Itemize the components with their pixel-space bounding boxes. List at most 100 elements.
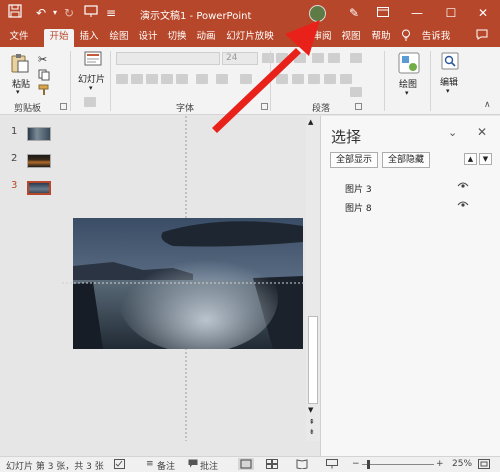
minimize-button[interactable]: — xyxy=(400,0,434,27)
edit-dropdown-icon[interactable]: ▾ xyxy=(446,87,450,95)
send-backward-icon[interactable]: ▼ xyxy=(479,153,492,165)
slideshow-icon[interactable] xyxy=(326,459,338,472)
paste-dropdown-icon[interactable]: ▾ xyxy=(16,88,20,96)
cut-icon[interactable]: ✂ xyxy=(38,53,47,66)
notes-icon[interactable]: ≡ xyxy=(146,459,154,469)
hide-all-button[interactable]: 全部隐藏 xyxy=(382,152,430,168)
slide-sorter-icon[interactable] xyxy=(266,459,278,472)
font-color-icon[interactable] xyxy=(240,74,252,84)
smartart-icon[interactable] xyxy=(350,87,362,97)
avatar[interactable] xyxy=(309,5,326,22)
customize-toolbar-icon[interactable]: ≡ xyxy=(102,4,120,22)
bullets-icon[interactable] xyxy=(276,53,288,63)
redo-icon[interactable]: ↻ xyxy=(60,4,78,22)
slide-thumbnail-1[interactable] xyxy=(27,127,51,141)
tab-transitions[interactable]: 切换 xyxy=(164,29,190,47)
shadow-icon[interactable] xyxy=(161,74,173,84)
ribbon-tabs: 文件 开始 插入 绘图 设计 切换 动画 幻灯片放映 审阅 视图 帮助 告诉我 xyxy=(0,27,500,47)
list-item[interactable]: 图片 3 xyxy=(341,180,481,196)
fit-to-window-icon[interactable] xyxy=(478,459,490,472)
format-painter-icon[interactable] xyxy=(38,84,50,99)
increase-indent-icon[interactable] xyxy=(328,53,340,63)
comments-button[interactable]: 批注 xyxy=(200,459,218,472)
notes-button[interactable]: 备注 xyxy=(157,459,175,472)
next-slide-icon[interactable]: ⇟ xyxy=(309,428,315,436)
show-all-button[interactable]: 全部显示 xyxy=(330,152,378,168)
reading-view-icon[interactable] xyxy=(296,459,308,472)
paragraph-launcher-icon[interactable] xyxy=(355,103,362,110)
comments-icon[interactable] xyxy=(474,29,490,47)
zoom-slider-thumb[interactable] xyxy=(367,460,370,469)
numbering-icon[interactable] xyxy=(294,53,306,63)
maximize-button[interactable]: ☐ xyxy=(434,0,468,27)
zoom-slider[interactable] xyxy=(362,464,434,465)
grow-font-icon[interactable] xyxy=(262,53,274,63)
strikethrough-icon[interactable] xyxy=(176,74,188,84)
list-item[interactable]: 图片 8 xyxy=(341,199,481,215)
new-slide-dropdown-icon[interactable]: ▾ xyxy=(89,84,93,92)
pen-icon[interactable]: ✎ xyxy=(345,4,363,22)
spell-check-icon[interactable] xyxy=(114,459,125,472)
horizontal-guide xyxy=(62,282,306,284)
clipboard-launcher-icon[interactable] xyxy=(60,103,67,110)
tab-file[interactable]: 文件 xyxy=(6,29,32,47)
italic-icon[interactable] xyxy=(131,74,143,84)
char-spacing-icon[interactable] xyxy=(196,74,208,84)
find-icon[interactable] xyxy=(441,52,459,73)
zoom-level[interactable]: 25% xyxy=(452,459,472,469)
tab-review[interactable]: 审阅 xyxy=(309,29,335,47)
tab-design[interactable]: 设计 xyxy=(135,29,161,47)
paste-icon[interactable] xyxy=(10,52,30,77)
change-case-icon[interactable] xyxy=(216,74,228,84)
decrease-indent-icon[interactable] xyxy=(312,53,324,63)
align-left-icon[interactable] xyxy=(276,74,288,84)
pane-options-icon[interactable]: ⌄ xyxy=(448,126,457,139)
tab-help[interactable]: 帮助 xyxy=(368,29,394,47)
slide-thumbnail-2[interactable] xyxy=(27,154,51,168)
eye-icon[interactable] xyxy=(457,180,469,193)
scroll-thumb[interactable] xyxy=(308,316,318,404)
scroll-down-icon[interactable]: ▼ xyxy=(308,406,313,414)
tab-draw[interactable]: 绘图 xyxy=(106,29,132,47)
align-right-icon[interactable] xyxy=(308,74,320,84)
draw-dropdown-icon[interactable]: ▾ xyxy=(405,89,409,97)
paste-label[interactable]: 粘贴 xyxy=(12,77,30,90)
shapes-icon[interactable] xyxy=(398,52,420,77)
collapse-ribbon-icon[interactable]: ∧ xyxy=(484,100,491,110)
font-launcher-icon[interactable] xyxy=(261,103,268,110)
bold-icon[interactable] xyxy=(116,74,128,84)
save-icon[interactable] xyxy=(6,4,24,22)
present-icon[interactable] xyxy=(82,4,100,22)
font-name-box[interactable] xyxy=(116,52,220,65)
normal-view-icon[interactable] xyxy=(238,458,254,470)
tab-slideshow[interactable]: 幻灯片放映 xyxy=(224,29,276,47)
lightbulb-icon[interactable] xyxy=(400,29,412,47)
eye-icon[interactable] xyxy=(457,199,469,212)
new-slide-icon[interactable] xyxy=(84,51,102,70)
zoom-in-icon[interactable]: + xyxy=(436,459,444,469)
columns-icon[interactable] xyxy=(340,74,352,84)
tell-me-box[interactable]: 告诉我 xyxy=(418,29,454,47)
justify-icon[interactable] xyxy=(324,74,336,84)
copy-icon[interactable] xyxy=(38,69,50,84)
tab-view[interactable]: 视图 xyxy=(338,29,364,47)
close-button[interactable]: ✕ xyxy=(466,0,500,27)
pane-close-icon[interactable]: ✕ xyxy=(477,125,487,139)
scroll-up-icon[interactable]: ▲ xyxy=(308,118,313,126)
zoom-out-icon[interactable]: − xyxy=(352,459,360,469)
tab-insert[interactable]: 插入 xyxy=(76,29,102,47)
align-center-icon[interactable] xyxy=(292,74,304,84)
slide-thumbnail-3[interactable] xyxy=(27,181,51,195)
layout-icon[interactable] xyxy=(84,97,96,107)
font-size-box[interactable]: 24 xyxy=(222,52,258,65)
bring-forward-icon[interactable]: ▲ xyxy=(464,153,477,165)
previous-slide-icon[interactable]: ⇞ xyxy=(309,418,315,426)
slide-editor[interactable] xyxy=(62,116,306,441)
vertical-scrollbar[interactable]: ▲ ▼ ⇞ ⇟ xyxy=(306,116,320,441)
tab-home[interactable]: 开始 xyxy=(44,29,74,47)
ribbon-display-icon[interactable] xyxy=(366,0,400,27)
tab-animations[interactable]: 动画 xyxy=(193,29,219,47)
underline-icon[interactable] xyxy=(146,74,158,84)
text-direction-icon[interactable] xyxy=(350,53,362,63)
comments-status-icon[interactable] xyxy=(188,459,198,471)
